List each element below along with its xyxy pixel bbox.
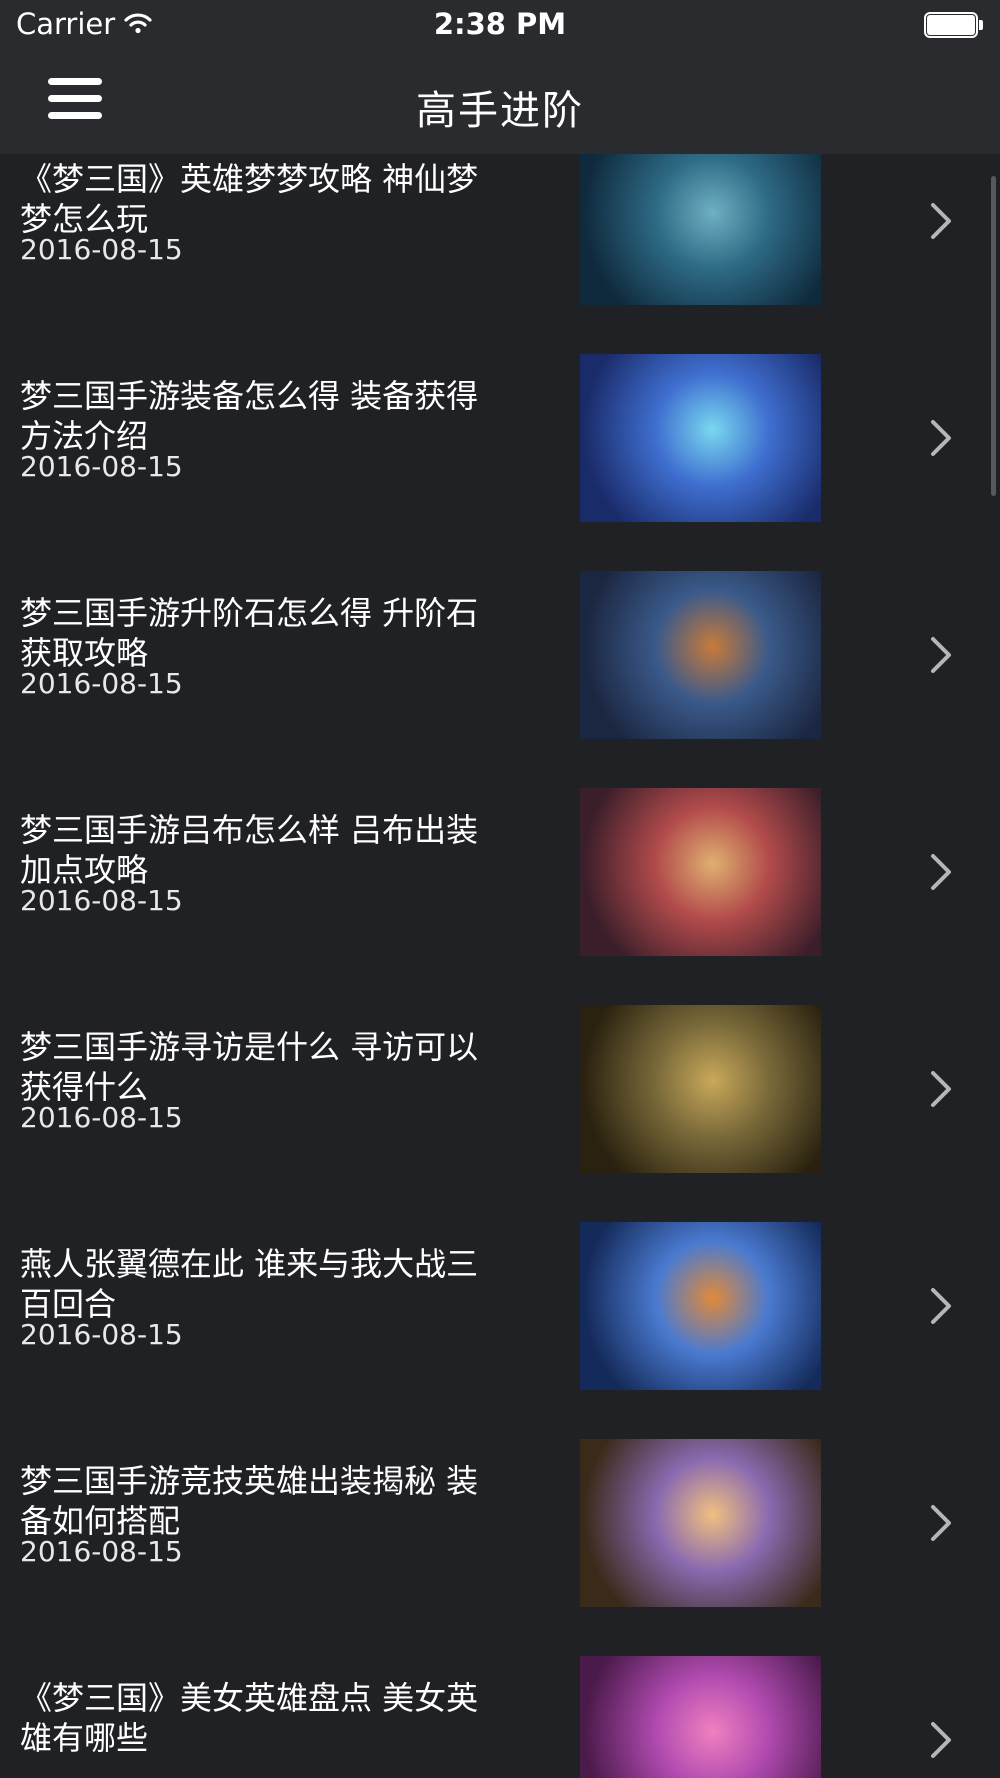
chevron-right-icon [928,201,954,241]
article-thumbnail [580,1439,821,1607]
page-title: 高手进阶 [416,88,584,134]
list-item[interactable]: 《梦三国》英雄梦梦攻略 神仙梦梦怎么玩 2016-08-15 [0,154,1000,323]
article-thumbnail [580,154,821,305]
article-title: 梦三国手游吕布怎么样 吕布出装加点攻略 [20,811,479,889]
list-item[interactable]: 《梦三国》美女英雄盘点 美女英雄有哪些 [0,1625,1000,1778]
list-item[interactable]: 梦三国手游竞技英雄出装揭秘 装备如何搭配 2016-08-15 [0,1408,1000,1625]
article-title: 燕人张翼德在此 谁来与我大战三百回合 [20,1245,479,1323]
battery-icon [924,12,984,38]
chevron-right-icon [928,1286,954,1326]
navigation-bar: 高手进阶 [0,50,1000,154]
clock: 2:38 PM [433,7,567,41]
chevron-right-icon [928,1503,954,1543]
article-title: 梦三国手游升阶石怎么得 升阶石获取攻略 [20,594,479,672]
list-item[interactable]: 梦三国手游升阶石怎么得 升阶石获取攻略 2016-08-15 [0,540,1000,757]
article-thumbnail [580,1005,821,1173]
article-thumbnail [580,1222,821,1390]
article-date: 2016-08-15 [20,1535,183,1568]
article-title: 《梦三国》英雄梦梦攻略 神仙梦梦怎么玩 [20,160,479,238]
article-date: 2016-08-15 [20,1101,183,1134]
list-item[interactable]: 燕人张翼德在此 谁来与我大战三百回合 2016-08-15 [0,1191,1000,1408]
article-date: 2016-08-15 [20,667,183,700]
article-date: 2016-08-15 [20,450,183,483]
article-title: 梦三国手游竞技英雄出装揭秘 装备如何搭配 [20,1462,479,1540]
scroll-indicator[interactable] [991,176,996,496]
article-thumbnail [580,571,821,739]
article-thumbnail [580,1656,821,1778]
screen: Carrier 2:38 PM 高手进阶 《梦三国》英雄梦梦攻略 神仙梦梦怎么玩… [0,0,1000,1778]
article-title: 梦三国手游寻访是什么 寻访可以获得什么 [20,1028,479,1106]
chevron-right-icon [928,852,954,892]
article-date: 2016-08-15 [20,1318,183,1351]
article-title: 《梦三国》美女英雄盘点 美女英雄有哪些 [20,1679,479,1757]
article-thumbnail [580,788,821,956]
article-thumbnail [580,354,821,522]
article-date: 2016-08-15 [20,884,183,917]
chevron-right-icon [928,418,954,458]
status-bar: Carrier 2:38 PM [0,0,1000,50]
list-item[interactable]: 梦三国手游吕布怎么样 吕布出装加点攻略 2016-08-15 [0,757,1000,974]
article-title: 梦三国手游装备怎么得 装备获得方法介绍 [20,377,479,455]
article-list[interactable]: 《梦三国》英雄梦梦攻略 神仙梦梦怎么玩 2016-08-15 梦三国手游装备怎么得 … [0,154,1000,1778]
chevron-right-icon [928,1720,954,1760]
list-item[interactable]: 梦三国手游寻访是什么 寻访可以获得什么 2016-08-15 [0,974,1000,1191]
chevron-right-icon [928,1069,954,1109]
article-date: 2016-08-15 [20,233,183,266]
chevron-right-icon [928,635,954,675]
list-item[interactable]: 梦三国手游装备怎么得 装备获得方法介绍 2016-08-15 [0,323,1000,540]
